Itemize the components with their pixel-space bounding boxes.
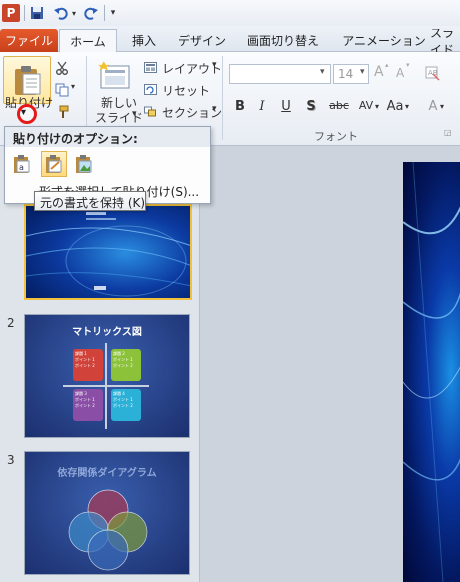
new-slide-icon[interactable]: [96, 58, 132, 92]
tab-transitions[interactable]: 画面切り替え: [240, 29, 326, 52]
slide-thumb-1[interactable]: [24, 204, 192, 300]
keep-source-formatting-tooltip: 元の書式を保持 (K): [34, 191, 146, 211]
qat-separator: [24, 5, 25, 21]
customize-qat-icon[interactable]: ▾: [108, 3, 118, 23]
change-case-dropdown-icon[interactable]: ▾: [405, 102, 409, 111]
bold-button[interactable]: B: [231, 99, 249, 114]
svg-text:a: a: [19, 163, 24, 172]
font-dialog-launcher-icon[interactable]: ◲: [444, 128, 452, 137]
tab-file[interactable]: ファイル: [0, 29, 58, 52]
matrix-cell-bullet: ポイント 2: [75, 403, 95, 408]
font-name-combo[interactable]: [229, 64, 331, 84]
slide-3-title: 依存関係ダイアグラム: [57, 468, 157, 479]
tab-slideshow[interactable]: スライド: [430, 29, 460, 52]
clipboard-icon: [15, 66, 41, 95]
venn-diagram: [68, 489, 148, 571]
grow-font-button[interactable]: A: [374, 64, 384, 80]
shadow-button[interactable]: S: [302, 99, 320, 114]
new-slide-dropdown-icon[interactable]: ▾: [132, 109, 137, 119]
shrink-font-button[interactable]: A: [396, 66, 404, 80]
italic-button[interactable]: I: [253, 99, 271, 114]
format-painter-icon[interactable]: [54, 104, 70, 120]
ribbon-tabs: ファイル ホーム 挿入 デザイン 画面切り替え アニメーション スライド: [0, 26, 460, 53]
use-destination-theme-icon: a: [14, 155, 30, 173]
slide-edit-area[interactable]: [201, 146, 460, 582]
keep-source-formatting-icon: [46, 155, 62, 173]
slide-number: 3: [7, 453, 15, 467]
tab-insert[interactable]: 挿入: [123, 29, 165, 52]
section-dropdown-icon[interactable]: ▾: [212, 104, 217, 114]
shrink-font-arrow-icon: ▾: [406, 61, 410, 69]
keep-source-formatting-option[interactable]: [41, 151, 67, 177]
grow-font-arrow-icon: ▴: [385, 61, 389, 69]
save-icon[interactable]: [28, 3, 46, 23]
cut-icon[interactable]: [54, 60, 70, 76]
undo-icon[interactable]: [52, 3, 70, 23]
font-size-dropdown-icon[interactable]: ▾: [360, 67, 365, 77]
slide-thumb-3[interactable]: 依存関係ダイアグラム: [24, 451, 190, 575]
matrix-cell-bullet: ポイント 2: [113, 363, 133, 368]
reset-icon[interactable]: [143, 83, 157, 95]
slide-2-title: マトリックス図: [72, 327, 142, 338]
layout-dropdown-icon[interactable]: ▾: [212, 60, 217, 70]
qat-separator: [104, 5, 105, 21]
picture-option[interactable]: [71, 151, 97, 177]
paste-dropdown-arrow-icon[interactable]: ▾: [21, 107, 26, 118]
strikethrough-button[interactable]: abc: [326, 99, 352, 112]
matrix-h-axis: [63, 385, 149, 387]
copy-icon[interactable]: [54, 82, 70, 98]
change-case-button[interactable]: Aa: [384, 99, 406, 114]
reset-button[interactable]: リセット: [162, 82, 210, 99]
powerpoint-logo[interactable]: P: [2, 4, 20, 22]
section-icon[interactable]: [143, 105, 157, 117]
picture-icon: [76, 155, 92, 173]
copy-dropdown-icon[interactable]: ▾: [71, 82, 75, 91]
slide-thumb-2[interactable]: マトリックス図 課題 1 ポイント 1 ポイント 2 課題 2 ポイント 1 ポ…: [24, 314, 190, 438]
tab-animations[interactable]: アニメーション: [336, 29, 432, 52]
group-separator: [222, 56, 223, 140]
tab-home[interactable]: ホーム: [59, 29, 117, 53]
matrix-cell-bullet: ポイント 2: [113, 403, 133, 408]
char-spacing-dropdown-icon[interactable]: ▾: [375, 102, 379, 111]
matrix-cell-1: 課題 1 ポイント 1 ポイント 2: [73, 349, 103, 381]
clear-formatting-icon[interactable]: AB: [424, 65, 442, 83]
layout-icon[interactable]: [143, 61, 157, 73]
underline-button[interactable]: U: [277, 99, 295, 114]
tab-design[interactable]: デザイン: [174, 29, 230, 52]
font-name-dropdown-icon[interactable]: ▾: [320, 67, 325, 77]
quick-access-toolbar: P ▾ ▾: [0, 0, 460, 26]
svg-text:AB: AB: [428, 69, 438, 77]
matrix-cell-3: 課題 3 ポイント 1 ポイント 2: [73, 389, 103, 421]
slide-number: 2: [7, 316, 15, 330]
slides-pane: 2 マトリックス図 課題 1 ポイント 1 ポイント 2 課題 2 ポイント 1…: [0, 146, 200, 582]
highlight-circle: [17, 104, 37, 124]
font-color-dropdown-icon[interactable]: ▾: [440, 102, 444, 111]
main-slide-canvas[interactable]: [403, 162, 460, 582]
redo-icon[interactable]: [82, 3, 100, 23]
paste-options-title: 貼り付けのオプション:: [5, 127, 210, 147]
font-group-label: フォント: [314, 130, 358, 143]
use-destination-theme-option[interactable]: a: [9, 151, 35, 177]
matrix-cell-4: 課題 4 ポイント 1 ポイント 2: [111, 389, 141, 421]
undo-dropdown-icon[interactable]: ▾: [70, 3, 78, 23]
char-spacing-button[interactable]: AV: [356, 99, 376, 112]
matrix-cell-2: 課題 2 ポイント 1 ポイント 2: [111, 349, 141, 381]
matrix-cell-bullet: ポイント 2: [75, 363, 95, 368]
